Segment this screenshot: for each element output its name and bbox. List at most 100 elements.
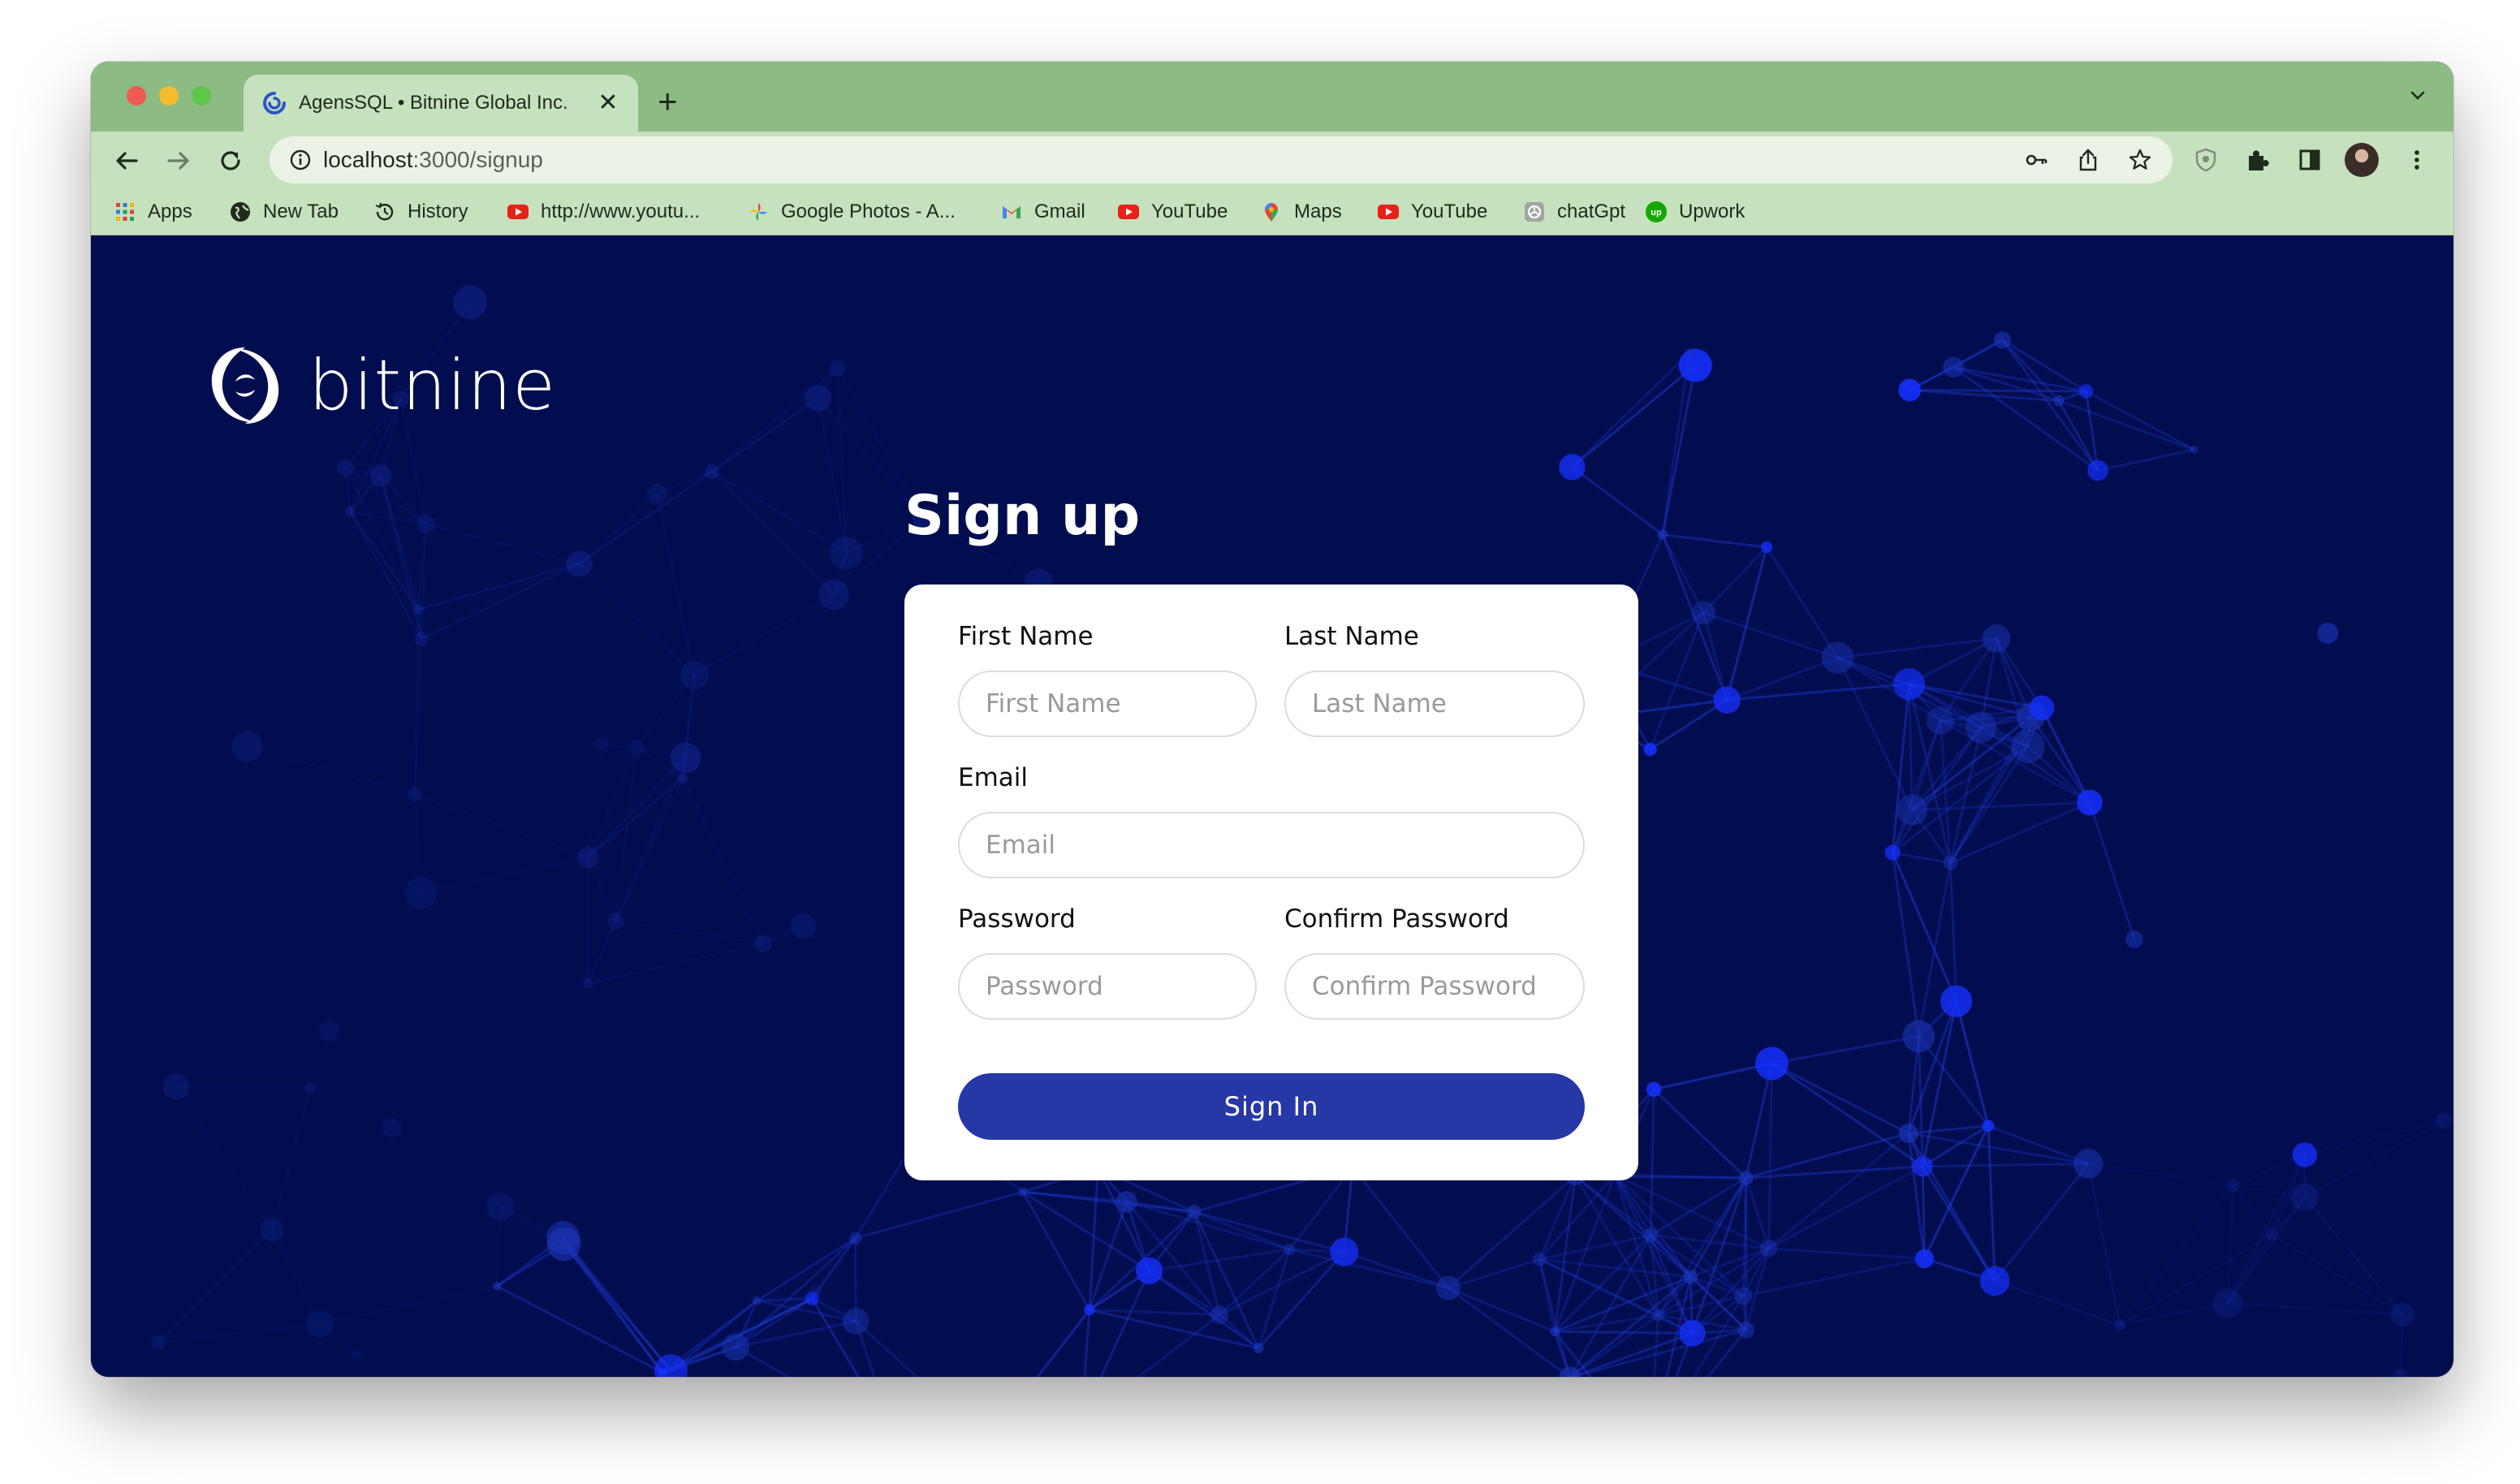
shield-extension-icon[interactable] bbox=[2192, 146, 2220, 174]
bookmark-maps[interactable]: Maps bbox=[1260, 188, 1342, 235]
network-node bbox=[1943, 856, 1958, 870]
new-tab-button[interactable]: + bbox=[658, 81, 678, 122]
bookmark-youtube-link[interactable]: http://www.youtu... bbox=[507, 188, 700, 235]
bookmark-youtube-1[interactable]: YouTube bbox=[1117, 188, 1228, 235]
network-edge bbox=[158, 1322, 321, 1344]
network-edge bbox=[1727, 683, 1909, 701]
network-node bbox=[1136, 1257, 1163, 1284]
bookmark-upwork[interactable]: up Upwork bbox=[1645, 188, 1745, 235]
back-arrow-icon[interactable] bbox=[110, 145, 143, 177]
gmail-icon bbox=[1003, 206, 1021, 218]
close-tab-icon[interactable]: ✕ bbox=[596, 91, 620, 115]
network-node bbox=[680, 660, 709, 690]
sign-in-button[interactable]: Sign In bbox=[958, 1073, 1585, 1140]
tab-strip: AgensSQL • Bitnine Global Inc. ✕ + bbox=[91, 62, 2453, 132]
bookmark-label: Maps bbox=[1294, 201, 1342, 222]
network-node bbox=[1253, 1343, 1264, 1354]
email-input[interactable] bbox=[958, 812, 1585, 878]
network-node bbox=[1884, 844, 1901, 861]
network-node bbox=[381, 1117, 402, 1138]
signup-form: First Name Last Name Email Password Conf… bbox=[904, 585, 1638, 1180]
network-node bbox=[408, 787, 423, 802]
network-edge bbox=[2085, 390, 2195, 451]
network-node bbox=[1652, 1309, 1665, 1322]
page-content: bitnine Sign up First Name Last Name Ema… bbox=[91, 235, 2453, 1377]
network-node bbox=[1737, 1321, 1755, 1339]
network-node bbox=[830, 537, 863, 570]
network-edge bbox=[1662, 533, 1767, 549]
bookmark-chatgpt[interactable]: chatGpt bbox=[1523, 188, 1625, 235]
confirm-password-input[interactable] bbox=[1284, 953, 1585, 1020]
network-edge bbox=[1021, 1191, 1091, 1311]
network-node bbox=[1435, 1275, 1461, 1301]
network-edge bbox=[693, 593, 835, 676]
network-edge bbox=[1538, 1234, 1651, 1261]
reload-icon[interactable] bbox=[214, 145, 247, 177]
network-edge bbox=[587, 942, 764, 985]
puzzle-extensions-icon[interactable] bbox=[2244, 146, 2272, 174]
network-node bbox=[1532, 1252, 1547, 1266]
network-node bbox=[2073, 1149, 2104, 1179]
network-node bbox=[805, 385, 831, 412]
network-edge bbox=[1726, 656, 1839, 701]
network-edge bbox=[1768, 1247, 1925, 1260]
chevron-down-icon[interactable] bbox=[2406, 84, 2429, 107]
bitnine-logo: bitnine bbox=[203, 339, 556, 432]
network-edge bbox=[2271, 1233, 2404, 1316]
network-node bbox=[493, 1282, 502, 1291]
network-edge bbox=[1448, 1287, 1556, 1333]
network-edge bbox=[348, 511, 423, 640]
bookmark-label: YouTube bbox=[1411, 201, 1488, 222]
bookmark-gmail[interactable]: Gmail bbox=[1000, 188, 1085, 235]
network-edge bbox=[1554, 1234, 1652, 1333]
network-node bbox=[1559, 454, 1586, 481]
network-node bbox=[1018, 1187, 1028, 1197]
share-icon[interactable] bbox=[2075, 147, 2101, 173]
network-node bbox=[1965, 711, 1997, 744]
bookmark-label: Apps bbox=[148, 201, 192, 222]
first-name-input[interactable] bbox=[958, 671, 1257, 737]
network-node bbox=[2393, 1369, 2407, 1377]
network-node bbox=[1982, 1119, 1995, 1132]
side-panel-icon[interactable] bbox=[2296, 146, 2324, 174]
tab-agenssql[interactable]: AgensSQL • Bitnine Global Inc. ✕ bbox=[244, 75, 638, 132]
network-node bbox=[1210, 1305, 1229, 1324]
network-edge bbox=[1538, 1259, 1556, 1332]
network-node bbox=[566, 550, 593, 577]
bookmark-youtube-2[interactable]: YouTube bbox=[1377, 188, 1487, 235]
last-name-input[interactable] bbox=[1284, 671, 1585, 737]
maps-pin-icon bbox=[1265, 203, 1278, 222]
more-menu-icon[interactable] bbox=[2403, 146, 2431, 174]
profile-avatar[interactable] bbox=[2345, 143, 2379, 177]
network-edge bbox=[319, 1284, 498, 1326]
network-edge bbox=[1940, 719, 2091, 804]
bookmark-apps[interactable]: Apps bbox=[114, 188, 192, 235]
network-node bbox=[1940, 985, 1973, 1017]
network-node bbox=[2053, 395, 2065, 407]
network-edge bbox=[2226, 1185, 2235, 1304]
close-window-button[interactable] bbox=[127, 86, 146, 106]
maximize-window-button[interactable] bbox=[192, 86, 211, 106]
forward-arrow-icon[interactable] bbox=[162, 145, 195, 177]
password-input[interactable] bbox=[958, 953, 1257, 1020]
minimize-window-button[interactable] bbox=[159, 86, 179, 106]
network-node bbox=[1733, 1287, 1753, 1305]
network-edge bbox=[2088, 802, 2136, 940]
bookmark-history[interactable]: History bbox=[373, 188, 468, 235]
network-edge bbox=[1653, 1062, 1772, 1091]
network-edge bbox=[1569, 1332, 1693, 1377]
network-edge bbox=[1702, 611, 1839, 659]
apps-grid-icon bbox=[116, 203, 134, 221]
star-bookmark-icon[interactable] bbox=[2127, 147, 2153, 173]
url-text[interactable]: localhost:3000/signup bbox=[323, 147, 543, 173]
network-node bbox=[1898, 378, 1922, 402]
bookmark-new-tab[interactable]: New Tab bbox=[229, 188, 339, 235]
key-icon[interactable] bbox=[2023, 147, 2049, 173]
address-bar[interactable]: localhost:3000/signup bbox=[270, 136, 2173, 183]
network-edge bbox=[670, 1288, 817, 1372]
network-node bbox=[1713, 686, 1741, 714]
youtube-icon bbox=[1118, 205, 1139, 219]
info-icon[interactable] bbox=[289, 149, 312, 171]
network-node bbox=[647, 484, 667, 504]
bookmark-google-photos[interactable]: Google Photos - A... bbox=[747, 188, 956, 235]
